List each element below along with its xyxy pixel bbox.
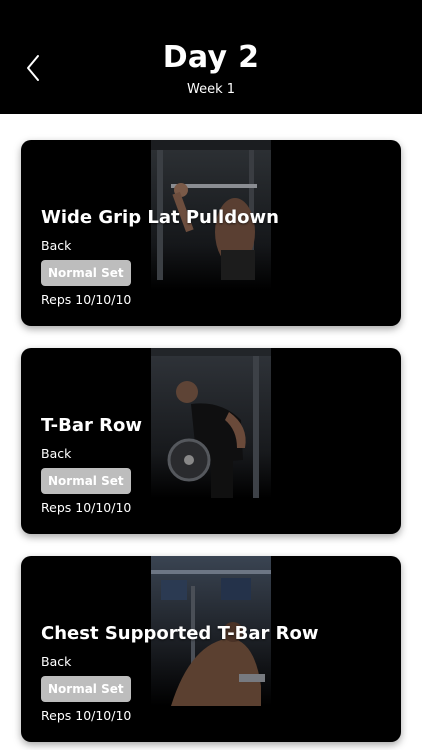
set-type-badge: Normal Set [41,676,131,702]
exercise-reps: Reps 10/10/10 [41,708,132,723]
set-type-badge: Normal Set [41,260,131,286]
exercise-info: T-Bar Row Back Normal Set Reps 10/10/10 [41,414,391,516]
exercise-info: Wide Grip Lat Pulldown Back Normal Set R… [41,206,391,308]
exercise-reps: Reps 10/10/10 [41,292,132,307]
page-title: Day 2 [162,40,260,75]
page-subtitle: Week 1 [186,82,236,97]
exercise-category: Back [41,654,72,669]
exercise-info: Chest Supported T-Bar Row Back Normal Se… [41,622,391,724]
exercise-category: Back [41,238,72,253]
exercise-name: Chest Supported T-Bar Row [41,623,319,644]
set-type-badge: Normal Set [41,468,131,494]
exercise-category: Back [41,446,72,461]
app-header: Day 2 Week 1 [0,0,422,114]
exercise-name: Wide Grip Lat Pulldown [41,207,279,228]
exercise-name: T-Bar Row [41,415,142,436]
exercise-card[interactable]: Wide Grip Lat Pulldown Back Normal Set R… [21,140,401,326]
exercise-card[interactable]: Chest Supported T-Bar Row Back Normal Se… [21,556,401,742]
exercise-reps: Reps 10/10/10 [41,500,132,515]
exercise-card[interactable]: T-Bar Row Back Normal Set Reps 10/10/10 [21,348,401,534]
exercise-list: Wide Grip Lat Pulldown Back Normal Set R… [0,114,422,750]
